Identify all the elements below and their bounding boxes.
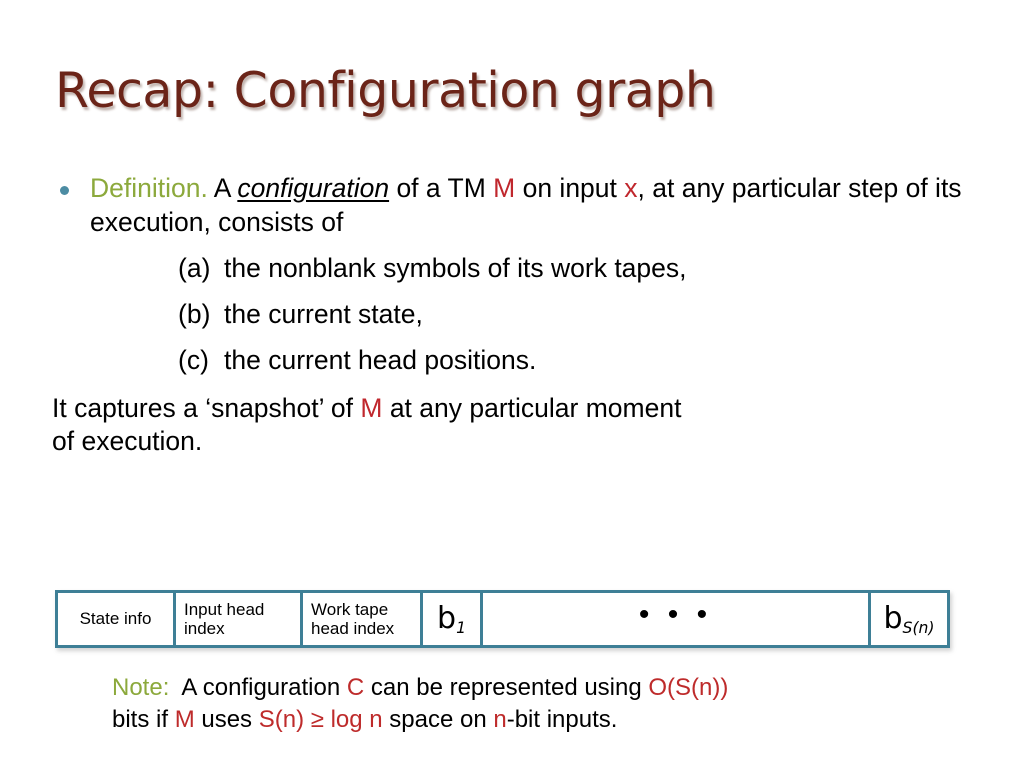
captures-line-2: of execution. <box>52 426 203 457</box>
definition-text-3: on input <box>515 173 625 203</box>
sub-item-label-b: (b) <box>178 298 211 329</box>
captures-text-2: at any particular moment <box>382 392 682 423</box>
strip-cell-work-tape-head-index: Work tape head index <box>303 593 423 645</box>
note-line-2: bits if M uses S(n) ≥ log n space on n-b… <box>112 704 962 736</box>
b-last-subscript: S(n) <box>902 619 935 638</box>
bullet-dot-icon <box>60 186 69 195</box>
definition-term: configuration <box>237 173 390 203</box>
note-text-4: uses <box>194 706 259 734</box>
note-text-2: can be represented using <box>364 674 649 701</box>
note-text-6: -bit inputs. <box>506 706 618 734</box>
note-line-1: Note: A configuration C can be represent… <box>112 672 962 704</box>
ellipsis-icon: • • • <box>638 598 713 631</box>
definition-bullet: Definition. A configuration of a TM M on… <box>52 172 968 240</box>
b-last-symbol: bS(n) <box>883 601 935 638</box>
sub-item-text-b: the current state, <box>224 298 423 329</box>
space-bound-expression: S(n) ≥ log n <box>258 706 383 734</box>
definition-label: Definition. <box>90 173 208 203</box>
work-tape-line2: head index <box>311 619 395 638</box>
strip-cell-b-last: bS(n) <box>871 593 947 645</box>
strip-cell-input-head-index-label: Input head index <box>184 600 264 638</box>
work-tape-line1: Work tape <box>311 599 389 619</box>
note-block: Note: A configuration C can be represent… <box>112 672 962 737</box>
note-label: Note: <box>112 674 170 701</box>
note-text-3: bits if <box>112 706 175 734</box>
strip-cell-state-info: State info <box>58 593 176 645</box>
sub-item-text-a: the nonblank symbols of its work tapes, <box>224 252 687 283</box>
input-symbol: x <box>624 173 638 203</box>
input-head-line1: Input head <box>184 599 265 619</box>
n-variable: n <box>493 706 507 734</box>
sub-item-label-c: (c) <box>178 344 209 375</box>
configuration-strip: State info Input head index Work tape he… <box>55 590 950 648</box>
captures-text-1: It captures a ‘snapshot’ of <box>52 392 361 423</box>
note-text-5: space on <box>382 706 494 734</box>
machine-symbol: M <box>360 392 383 423</box>
list-item: (a) the nonblank symbols of its work tape… <box>52 252 968 286</box>
machine-symbol: M <box>174 706 195 734</box>
b-first-symbol: b1 <box>437 601 466 638</box>
note-text-1: A configuration <box>181 674 347 701</box>
slide-body: Definition. A configuration of a TM M on… <box>52 172 968 459</box>
strip-cell-b-first: b1 <box>423 593 483 645</box>
configuration-variable: C <box>346 674 365 701</box>
b-last-base: b <box>883 601 903 636</box>
b-first-subscript: 1 <box>456 619 466 638</box>
strip-cell-work-tape-head-index-label: Work tape head index <box>311 600 394 638</box>
sub-item-text-c: the current head positions. <box>224 344 537 375</box>
strip-cell-ellipsis: • • • <box>483 593 871 645</box>
page-title: Recap: Configuration graph <box>55 62 716 119</box>
input-head-line2: index <box>184 619 225 638</box>
strip-cell-state-info-label: State info <box>79 609 152 629</box>
list-item: (c) the current head positions. <box>52 344 968 378</box>
captures-paragraph: It captures a ‘snapshot’ of M at any par… <box>52 392 968 460</box>
big-o-expression: O(S(n)) <box>648 674 729 701</box>
list-item: (b) the current state, <box>52 298 968 332</box>
strip-cell-input-head-index: Input head index <box>176 593 303 645</box>
sub-item-label-a: (a) <box>178 252 211 283</box>
definition-text-1: A <box>213 173 238 203</box>
machine-symbol: M <box>493 173 516 203</box>
definition-text-2: of a TM <box>389 173 494 203</box>
b-first-base: b <box>437 601 457 636</box>
